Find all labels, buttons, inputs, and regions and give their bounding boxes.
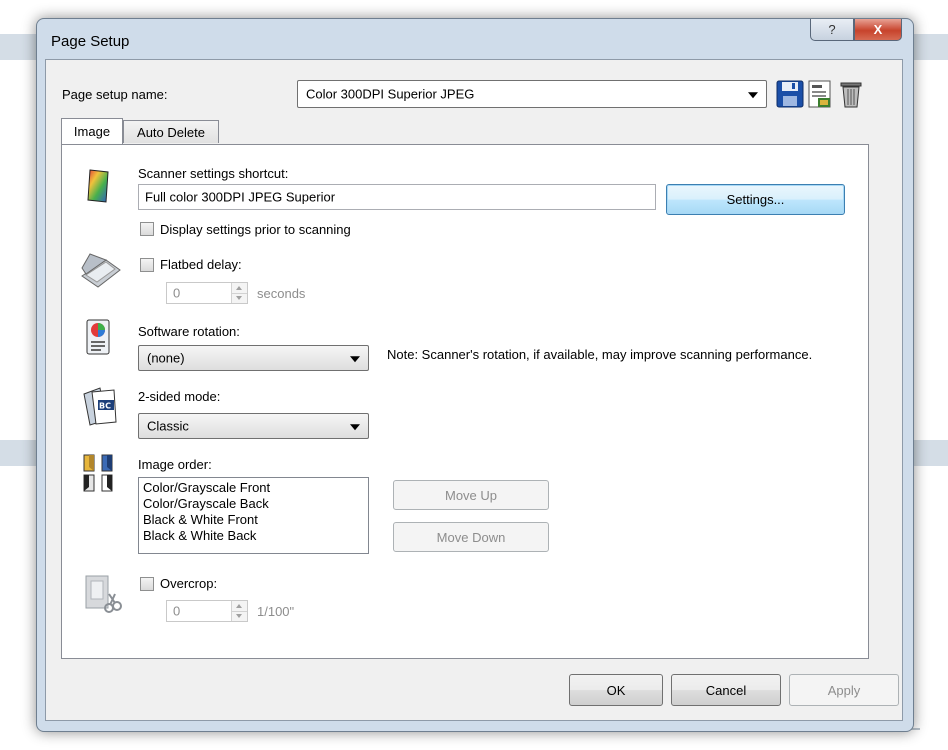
flatbed-scanner-icon <box>80 250 122 290</box>
help-button[interactable]: ? <box>810 19 854 41</box>
image-order-list[interactable]: Color/Grayscale Front Color/Grayscale Ba… <box>138 477 369 554</box>
overcrop-unit: 1/100" <box>257 604 295 619</box>
list-item[interactable]: Black & White Front <box>143 512 364 528</box>
two-sided-mode-label: 2-sided mode: <box>138 389 221 404</box>
flatbed-delay-label: Flatbed delay: <box>160 257 242 272</box>
tab-auto-delete[interactable]: Auto Delete <box>123 120 219 143</box>
tab-image[interactable]: Image <box>61 118 123 144</box>
scanner-settings-field[interactable]: Full color 300DPI JPEG Superior <box>138 184 656 210</box>
list-item[interactable]: Color/Grayscale Back <box>143 496 364 512</box>
display-settings-checkbox[interactable] <box>140 222 154 236</box>
flatbed-delay-stepper[interactable]: 0 <box>166 282 248 304</box>
cancel-button[interactable]: Cancel <box>671 674 781 706</box>
close-button[interactable]: X <box>854 19 902 41</box>
settings-button[interactable]: Settings... <box>666 184 845 215</box>
dialog-title: Page Setup <box>51 33 130 50</box>
list-item[interactable]: Color/Grayscale Front <box>143 480 364 496</box>
overcrop-value: 0 <box>173 603 181 619</box>
software-rotation-select[interactable]: (none) <box>138 345 369 371</box>
overcrop-stepper[interactable]: 0 <box>166 600 248 622</box>
rotation-note: Note: Scanner's rotation, if available, … <box>387 347 813 362</box>
properties-icon[interactable] <box>806 80 834 108</box>
move-down-button[interactable]: Move Down <box>393 522 549 552</box>
flatbed-delay-unit: seconds <box>257 286 306 301</box>
image-order-label: Image order: <box>138 457 212 472</box>
page-setup-name-label: Page setup name: <box>62 87 168 102</box>
close-icon: X <box>873 22 883 37</box>
save-icon[interactable] <box>776 80 804 108</box>
flatbed-delay-value: 0 <box>173 285 181 301</box>
scanner-settings-label: Scanner settings shortcut: <box>138 166 289 181</box>
page-setup-name-select[interactable]: Color 300DPI Superior JPEG <box>297 80 767 108</box>
overcrop-scissors-icon <box>82 570 122 616</box>
image-order-icon <box>82 452 122 494</box>
overcrop-label: Overcrop: <box>160 576 218 591</box>
software-rotation-value: (none) <box>147 350 185 366</box>
two-sided-mode-value: Classic <box>147 418 189 434</box>
color-gradient-icon <box>86 169 110 203</box>
help-icon: ? <box>828 22 836 37</box>
chevron-down-icon <box>350 424 360 431</box>
display-settings-label: Display settings prior to scanning <box>160 222 351 237</box>
title-bar: Page Setup ? X <box>37 19 913 59</box>
software-rotation-label: Software rotation: <box>138 324 240 339</box>
overcrop-checkbox[interactable] <box>140 577 154 591</box>
page-setup-name-value: Color 300DPI Superior JPEG <box>306 86 475 102</box>
svg-text:BC: BC <box>99 402 111 411</box>
flatbed-delay-checkbox[interactable] <box>140 258 154 272</box>
two-sided-pages-icon: BC <box>80 386 120 426</box>
scanner-settings-value: Full color 300DPI JPEG Superior <box>145 189 336 205</box>
chevron-down-icon <box>350 356 360 363</box>
chevron-down-icon <box>748 92 758 99</box>
tab-auto-delete-label: Auto Delete <box>137 124 205 140</box>
ok-button[interactable]: OK <box>569 674 663 706</box>
list-item[interactable]: Black & White Back <box>143 528 364 544</box>
trash-icon[interactable] <box>837 80 865 108</box>
tab-image-label: Image <box>73 124 111 139</box>
apply-button[interactable]: Apply <box>789 674 899 706</box>
stepper-arrows-icon[interactable] <box>231 283 247 303</box>
rotation-document-icon <box>85 318 111 356</box>
stepper-arrows-icon[interactable] <box>231 601 247 621</box>
move-up-button[interactable]: Move Up <box>393 480 549 510</box>
two-sided-mode-select[interactable]: Classic <box>138 413 369 439</box>
